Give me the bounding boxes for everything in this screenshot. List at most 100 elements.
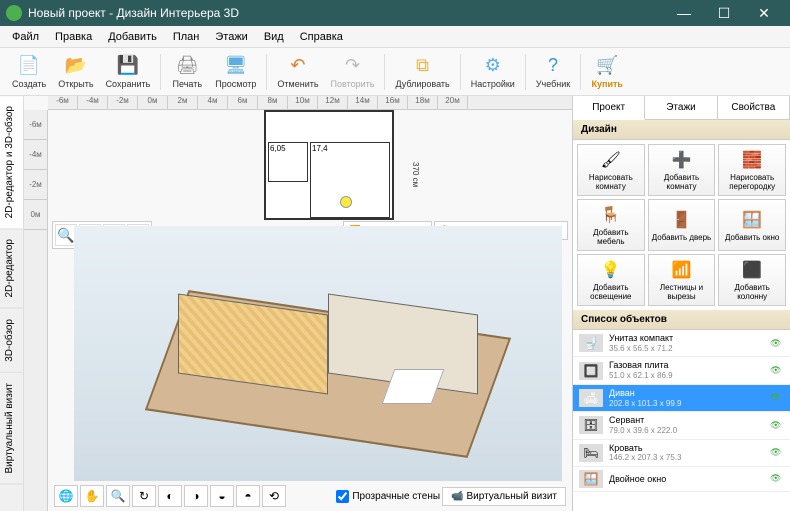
view-side-button[interactable]: ◑ <box>184 485 208 507</box>
duplicate-button[interactable]: ⧉Дублировать <box>389 50 455 94</box>
print-button[interactable]: 🖨Печать <box>165 50 209 94</box>
design-icon: 💡 <box>600 259 622 281</box>
floorplan-2d[interactable]: 6,05 17,4 370 см <box>264 110 394 220</box>
design-btn[interactable]: 🧱Нарисовать перегородку <box>718 144 786 196</box>
object-dims: 79.0 x 39.6 x 222.0 <box>609 426 764 436</box>
visibility-icon[interactable]: 👁 <box>770 365 784 376</box>
toolbar-label: Печать <box>173 79 202 89</box>
left-tabs: 2D-редактор и 3D-обзор2D-редактор3D-обзо… <box>0 96 24 511</box>
design-btn[interactable]: 🖌Нарисовать комнату <box>577 144 645 196</box>
menu-правка[interactable]: Правка <box>47 28 100 46</box>
view-top-button[interactable]: ◐ <box>158 485 182 507</box>
toolbar-label: Повторить <box>331 79 375 89</box>
design-label: Добавить колонну <box>721 283 783 301</box>
object-dims: 51.0 x 62.1 x 86.9 <box>609 371 764 381</box>
settings-button[interactable]: ⚙ Настройки <box>465 50 521 94</box>
prop-tab-Проект[interactable]: Проект <box>573 96 645 120</box>
create-button[interactable]: 📄Создать <box>6 50 52 94</box>
titlebar: Новый проект - Дизайн Интерьера 3D — ☐ ✕ <box>0 0 790 26</box>
view-3d[interactable] <box>74 226 562 481</box>
save-button[interactable]: 💾Сохранить <box>100 50 157 94</box>
view-front-button[interactable]: ◒ <box>210 485 234 507</box>
redo-button[interactable]: ↷Повторить <box>325 50 381 94</box>
design-btn[interactable]: 🪑Добавить мебель <box>577 199 645 251</box>
design-btn[interactable]: 🪟 Добавить окно <box>718 199 786 251</box>
toolbar-label: Отменить <box>277 79 318 89</box>
minimize-button[interactable]: — <box>664 0 704 26</box>
view-iso-button[interactable]: ◓ <box>236 485 260 507</box>
right-panel: ПроектЭтажиСвойства Дизайн 🖌Нарисовать к… <box>572 96 790 511</box>
design-label: Добавить комнату <box>651 173 713 191</box>
menu-файл[interactable]: Файл <box>4 28 47 46</box>
design-label: Добавить окно <box>725 233 779 242</box>
toolbar-label: Купить <box>592 79 623 89</box>
view-toolbar: 🌐 ✋ 🔍 ↻ ◐ ◑ ◒ ◓ ⟲ Прозрачные стены 📹Вирт… <box>52 483 568 509</box>
pan-button[interactable]: ✋ <box>80 485 104 507</box>
design-btn[interactable]: 🚪Добавить дверь <box>648 199 716 251</box>
left-tab-1[interactable]: 2D-редактор <box>0 229 23 309</box>
menu-добавить[interactable]: Добавить <box>100 28 165 46</box>
object-item[interactable]: 🛋Диван202.8 x 101.3 x 99.9👁 <box>573 385 790 412</box>
preview-button[interactable]: 🖥Просмотр <box>209 50 262 94</box>
design-label: Нарисовать комнату <box>580 173 642 191</box>
buy-icon: 🛒 <box>596 55 618 77</box>
object-item[interactable]: 🪟Двойное окно👁 <box>573 467 790 492</box>
visibility-icon[interactable]: 👁 <box>770 473 784 484</box>
virtual-visit-button[interactable]: 📹Виртуальный визит <box>442 487 566 506</box>
design-label: Добавить мебель <box>580 228 642 246</box>
design-btn[interactable]: 📶Лестницы и вырезы <box>648 254 716 306</box>
camera-marker[interactable] <box>340 196 352 208</box>
prop-tab-Свойства[interactable]: Свойства <box>718 96 790 119</box>
visibility-icon[interactable]: 👁 <box>770 420 784 431</box>
window-title: Новый проект - Дизайн Интерьера 3D <box>28 6 664 20</box>
visibility-icon[interactable]: 👁 <box>770 338 784 349</box>
room-label: 6,05 <box>268 142 308 182</box>
transparent-walls-checkbox[interactable]: Прозрачные стены <box>336 490 440 503</box>
object-item[interactable]: 🗄Сервант79.0 x 39.6 x 222.0👁 <box>573 412 790 439</box>
design-btn[interactable]: ➕Добавить комнату <box>648 144 716 196</box>
menu-справка[interactable]: Справка <box>292 28 351 46</box>
object-name: Сервант <box>609 415 764 426</box>
object-name: Унитаз компакт <box>609 333 764 344</box>
canvas-area[interactable]: -6м-4м-2м0м2м4м6м8м10м12м14м16м18м20м -6… <box>24 96 572 511</box>
left-tab-3[interactable]: Виртуальный визит <box>0 373 23 485</box>
toolbar-label: Дублировать <box>395 79 449 89</box>
menu-этажи[interactable]: Этажи <box>207 28 255 46</box>
zoom-button[interactable]: 🔍 <box>106 485 130 507</box>
maximize-button[interactable]: ☐ <box>704 0 744 26</box>
object-thumb: 🛋 <box>579 389 603 407</box>
close-button[interactable]: ✕ <box>744 0 784 26</box>
ruler-horizontal: -6м-4м-2м0м2м4м6м8м10м12м14м16м18м20м <box>48 96 572 110</box>
left-tab-2[interactable]: 3D-обзор <box>0 309 23 373</box>
object-thumb: 🚽 <box>579 334 603 352</box>
design-btn[interactable]: ⬛Добавить колонну <box>718 254 786 306</box>
menu-вид[interactable]: Вид <box>256 28 292 46</box>
object-item[interactable]: 🚽Унитаз компакт35.6 x 56.5 x 71.2👁 <box>573 330 790 357</box>
view-reset-button[interactable]: ⟲ <box>262 485 286 507</box>
open-button[interactable]: 📂Открыть <box>52 50 99 94</box>
objects-list[interactable]: 🚽Унитаз компакт35.6 x 56.5 x 71.2👁🔲Газов… <box>573 330 790 511</box>
object-item[interactable]: 🔲Газовая плита51.0 x 62.1 x 86.9👁 <box>573 357 790 384</box>
rotate-button[interactable]: ↻ <box>132 485 156 507</box>
orbit-button[interactable]: 🌐 <box>54 485 78 507</box>
design-label: Лестницы и вырезы <box>651 283 713 301</box>
left-tab-0[interactable]: 2D-редактор и 3D-обзор <box>0 96 23 229</box>
toolbar-label: Настройки <box>471 79 515 89</box>
save-icon: 💾 <box>117 55 139 77</box>
design-header: Дизайн <box>573 120 790 140</box>
design-icon: 🪟 <box>741 209 763 231</box>
object-dims: 202.8 x 101.3 x 99.9 <box>609 399 764 409</box>
undo-button[interactable]: ↶Отменить <box>271 50 324 94</box>
menubar: ФайлПравкаДобавитьПланЭтажиВидСправка <box>0 26 790 48</box>
menu-план[interactable]: План <box>165 28 208 46</box>
object-item[interactable]: 🛏Кровать146.2 x 207.3 x 75.3👁 <box>573 440 790 467</box>
design-btn[interactable]: 💡Добавить освещение <box>577 254 645 306</box>
design-label: Добавить дверь <box>652 233 711 242</box>
prop-tab-Этажи[interactable]: Этажи <box>645 96 717 119</box>
object-name: Двойное окно <box>609 474 764 485</box>
manual-button[interactable]: ?Учебник <box>530 50 576 94</box>
visibility-icon[interactable]: 👁 <box>770 447 784 458</box>
visibility-icon[interactable]: 👁 <box>770 392 784 403</box>
settings-icon: ⚙ <box>482 55 504 77</box>
buy-button[interactable]: 🛒 Купить <box>585 50 629 94</box>
